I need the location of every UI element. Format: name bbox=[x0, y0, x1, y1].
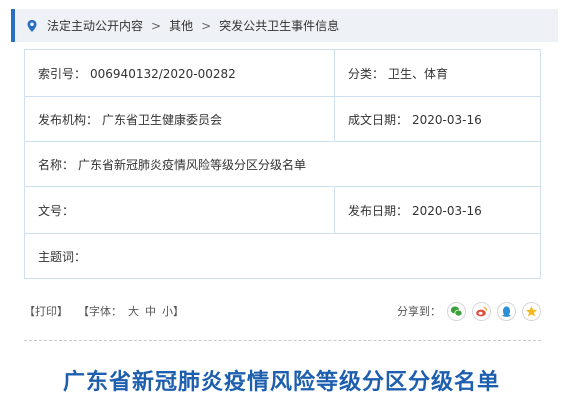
page-tools: 【打印】 【字体： 大 中 小】 分享到： bbox=[24, 298, 541, 324]
font-size-group: 【字体： 大 中 小】 bbox=[78, 303, 184, 319]
font-size-small-link[interactable]: 小】 bbox=[162, 303, 184, 319]
written-date-label: 成文日期： bbox=[348, 112, 409, 127]
index-number-cell: 索引号： 006940132/2020-00282 bbox=[24, 49, 335, 97]
weibo-share-button[interactable] bbox=[472, 301, 491, 321]
document-number-cell: 文号： bbox=[24, 186, 335, 234]
category-value: 卫生、体育 bbox=[388, 66, 449, 81]
category-cell: 分类： 卫生、体育 bbox=[334, 49, 541, 97]
share-label: 分享到： bbox=[397, 305, 441, 318]
index-number-value: 006940132/2020-00282 bbox=[90, 66, 236, 81]
wechat-icon bbox=[450, 306, 463, 316]
page-title: 广东省新冠肺炎疫情风险等级分区分级名单 bbox=[62, 370, 500, 395]
weibo-icon bbox=[476, 306, 488, 316]
breadcrumb-separator: > bbox=[151, 18, 162, 33]
document-info-table: 索引号： 006940132/2020-00282 分类： 卫生、体育 发布机构：广… bbox=[24, 49, 541, 279]
wechat-share-button[interactable] bbox=[447, 301, 466, 321]
qzone-share-button[interactable] bbox=[522, 301, 541, 321]
document-name-cell: 名称： 广东省新冠肺炎疫情风险等级分区分级名单 bbox=[24, 141, 541, 187]
written-date-value: 2020-03-16 bbox=[412, 112, 482, 127]
publish-date-value: 2020-03-16 bbox=[412, 203, 482, 218]
tools-left-group: 【打印】 【字体： 大 中 小】 bbox=[24, 303, 184, 319]
font-size-medium-link[interactable]: 中 bbox=[145, 303, 156, 319]
print-link[interactable]: 【打印】 bbox=[24, 303, 68, 319]
breadcrumb-item-health-events[interactable]: 突发公共卫生事件信息 bbox=[219, 17, 339, 34]
breadcrumb-item-public-content[interactable]: 法定主动公开内容 bbox=[47, 17, 143, 34]
map-pin-icon bbox=[25, 19, 39, 33]
qzone-star-icon bbox=[526, 305, 537, 316]
document-name-value: 广东省新冠肺炎疫情风险等级分区分级名单 bbox=[78, 157, 307, 172]
publish-date-label: 发布日期： bbox=[348, 203, 409, 218]
font-size-label: 【字体： bbox=[78, 305, 122, 318]
category-label: 分类： bbox=[348, 66, 385, 81]
document-name-label: 名称： bbox=[38, 157, 75, 172]
breadcrumb: 法定主动公开内容 > 其他 > 突发公共卫生事件信息 bbox=[11, 9, 558, 42]
breadcrumb-separator: > bbox=[201, 18, 212, 33]
index-number-label: 索引号： bbox=[38, 66, 87, 81]
font-size-large-link[interactable]: 大 bbox=[128, 303, 139, 319]
issuer-value: 广东省卫生健康委员会 bbox=[102, 112, 223, 127]
written-date-cell: 成文日期： 2020-03-16 bbox=[334, 96, 541, 142]
qq-share-button[interactable] bbox=[497, 301, 516, 321]
publish-date-cell: 发布日期： 2020-03-16 bbox=[334, 186, 541, 234]
content-divider bbox=[24, 340, 541, 341]
issuer-label: 发布机构： bbox=[38, 112, 99, 127]
qq-icon bbox=[502, 305, 511, 317]
share-group: 分享到： bbox=[397, 301, 541, 321]
breadcrumb-item-other[interactable]: 其他 bbox=[169, 17, 193, 34]
subject-cell: 主题词： bbox=[24, 233, 541, 279]
document-number-label: 文号： bbox=[38, 203, 75, 218]
subject-label: 主题词： bbox=[38, 249, 87, 264]
issuer-cell: 发布机构： 广东省卫生健康委员会 bbox=[24, 96, 335, 142]
